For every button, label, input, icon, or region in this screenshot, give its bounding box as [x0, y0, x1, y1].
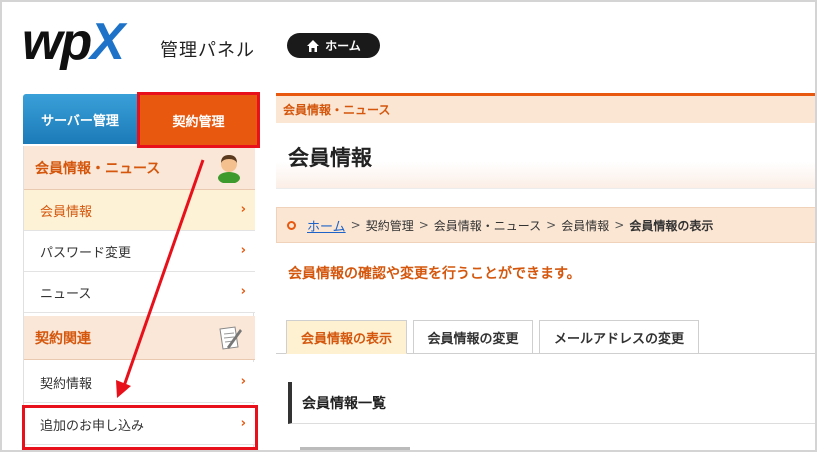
- annotation-arrow: [116, 159, 205, 398]
